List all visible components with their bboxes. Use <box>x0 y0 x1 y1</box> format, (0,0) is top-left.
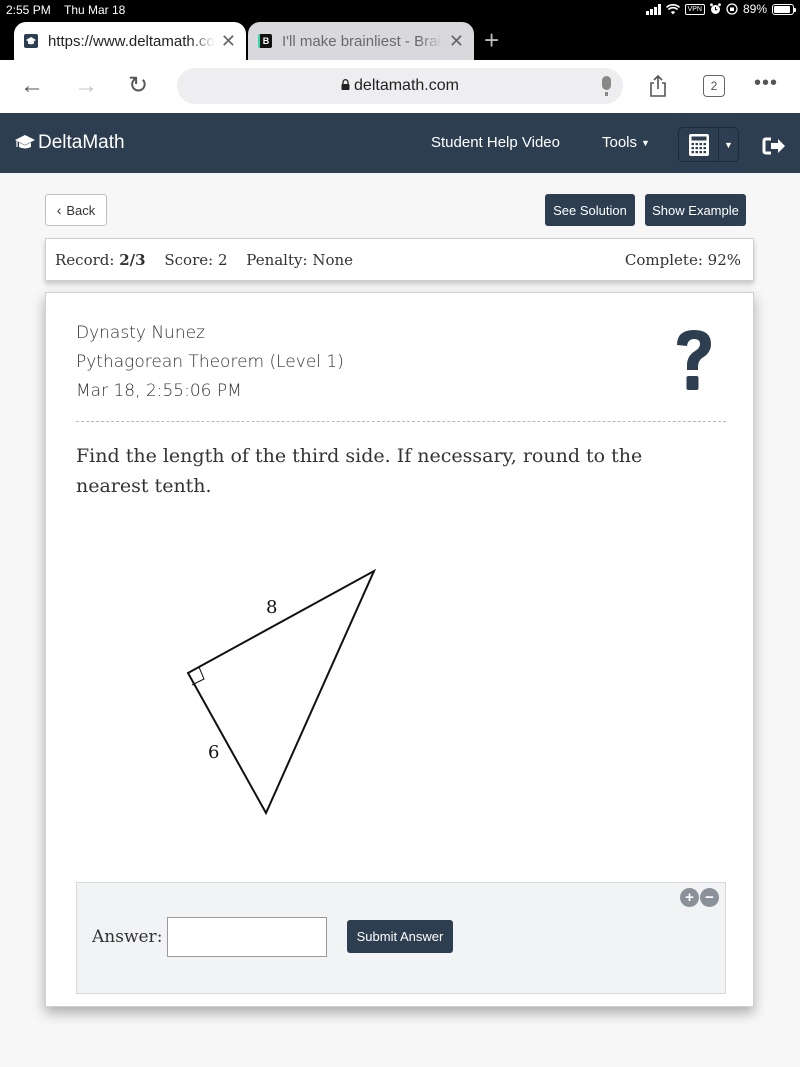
logout-icon[interactable] <box>762 137 786 155</box>
browser-back-button[interactable]: ← <box>20 72 44 100</box>
student-help-video-link[interactable]: Student Help Video <box>431 134 560 151</box>
student-name: Dynasty Nunez <box>76 323 205 343</box>
browser-tab-deltamath[interactable]: https://www.deltamath.com ✕ <box>14 22 246 60</box>
penalty-value: None <box>312 251 354 269</box>
back-label: Back <box>66 202 96 218</box>
tab-title: I'll make brainliest - Brainly <box>282 32 443 50</box>
device-status-bar: 2:55 PM Thu Mar 18 VPN 89% <box>0 0 800 20</box>
tools-menu[interactable]: Tools ▼ <box>602 134 650 151</box>
graduation-cap-icon <box>15 135 35 149</box>
zoom-controls: + − <box>679 888 719 907</box>
problem-timestamp: Mar 18, 2:55:06 PM <box>76 381 242 401</box>
more-options-button[interactable]: ••• <box>754 72 778 95</box>
problem-meta: Dynasty Nunez Pythagorean Theorem (Level… <box>76 319 344 406</box>
status-indicators: VPN 89% <box>645 2 796 16</box>
alarm-icon <box>710 3 721 14</box>
calculator-icon <box>688 133 709 156</box>
new-tab-button[interactable]: + <box>484 26 499 54</box>
back-button[interactable]: ‹ Back <box>45 194 107 226</box>
calculator-button[interactable] <box>679 128 719 161</box>
cellular-signal-icon <box>645 3 661 15</box>
section-divider <box>76 421 726 422</box>
record-value: 2/3 <box>119 251 146 269</box>
show-example-button[interactable]: Show Example <box>645 194 746 226</box>
chevron-left-icon: ‹ <box>56 202 62 218</box>
zoom-out-icon[interactable]: − <box>700 888 719 907</box>
brainly-favicon-icon: B <box>258 34 272 48</box>
problem-card: Dynasty Nunez Pythagorean Theorem (Level… <box>45 292 754 1007</box>
answer-panel: + − Answer: Submit Answer <box>76 882 726 994</box>
leg-label-top: 8 <box>266 597 277 618</box>
battery-percent: 89% <box>742 2 767 16</box>
deltamath-navbar: DeltaMath Student Help Video Tools ▼ ▼ <box>0 113 800 173</box>
tools-label: Tools <box>602 134 638 151</box>
vpn-badge: VPN <box>684 3 705 15</box>
answer-input[interactable] <box>167 917 327 957</box>
calculator-button-group: ▼ <box>678 127 739 162</box>
deltamath-logo[interactable]: DeltaMath <box>15 132 125 154</box>
status-time: 2:55 PM <box>6 3 51 17</box>
close-tab-icon[interactable]: ✕ <box>449 31 464 52</box>
share-icon[interactable] <box>648 74 668 98</box>
status-date: Thu Mar 18 <box>64 3 126 17</box>
browser-tab-brainly[interactable]: B I'll make brainliest - Brainly ✕ <box>248 22 474 60</box>
wifi-icon <box>665 3 680 14</box>
deltamath-favicon-icon <box>24 34 38 48</box>
tab-title: https://www.deltamath.com <box>48 32 215 50</box>
lock-icon <box>341 79 350 93</box>
reload-button[interactable]: ↻ <box>128 72 148 100</box>
battery-icon <box>772 3 796 15</box>
record-stats: Record: 2/3 Score: 2 Penalty: None <box>55 251 353 269</box>
score-label: Score: <box>164 251 214 269</box>
record-bar: Record: 2/3 Score: 2 Penalty: None Compl… <box>45 238 754 281</box>
complete-value: 92% <box>707 251 741 269</box>
microphone-icon[interactable] <box>602 76 611 96</box>
zoom-in-icon[interactable]: + <box>680 888 699 907</box>
chevron-down-icon: ▼ <box>724 139 733 150</box>
complete-label: Complete: <box>624 251 703 269</box>
record-label: Record: <box>55 251 115 269</box>
score-value: 2 <box>217 251 228 269</box>
penalty-label: Penalty: <box>246 251 308 269</box>
problem-prompt: Find the length of the third side. If ne… <box>76 445 643 497</box>
browser-forward-button[interactable]: → <box>74 72 98 100</box>
address-bar[interactable]: deltamath.com <box>177 68 623 104</box>
answer-label: Answer: <box>92 927 163 947</box>
close-tab-icon[interactable]: ✕ <box>221 31 236 52</box>
triangle-figure: 8 6 <box>186 568 377 816</box>
brand-name: DeltaMath <box>38 132 125 153</box>
url-text: deltamath.com <box>354 77 459 94</box>
browser-tab-strip: https://www.deltamath.com ✕ B I'll make … <box>0 20 800 60</box>
help-question-icon[interactable] <box>671 327 717 393</box>
chevron-down-icon: ▼ <box>641 138 650 149</box>
calculator-dropdown-toggle[interactable]: ▼ <box>719 128 738 161</box>
right-triangle <box>186 568 377 816</box>
tab-count-button[interactable]: 2 <box>703 75 725 97</box>
topic-title: Pythagorean Theorem (Level 1) <box>76 352 344 372</box>
leg-label-left: 6 <box>208 742 219 763</box>
completion-status: Complete: 92% <box>625 251 741 269</box>
see-solution-button[interactable]: See Solution <box>545 194 635 226</box>
submit-answer-button[interactable]: Submit Answer <box>347 920 453 953</box>
browser-toolbar: ← → ↻ deltamath.com 2 ••• <box>0 60 800 113</box>
orientation-lock-icon <box>726 3 738 15</box>
